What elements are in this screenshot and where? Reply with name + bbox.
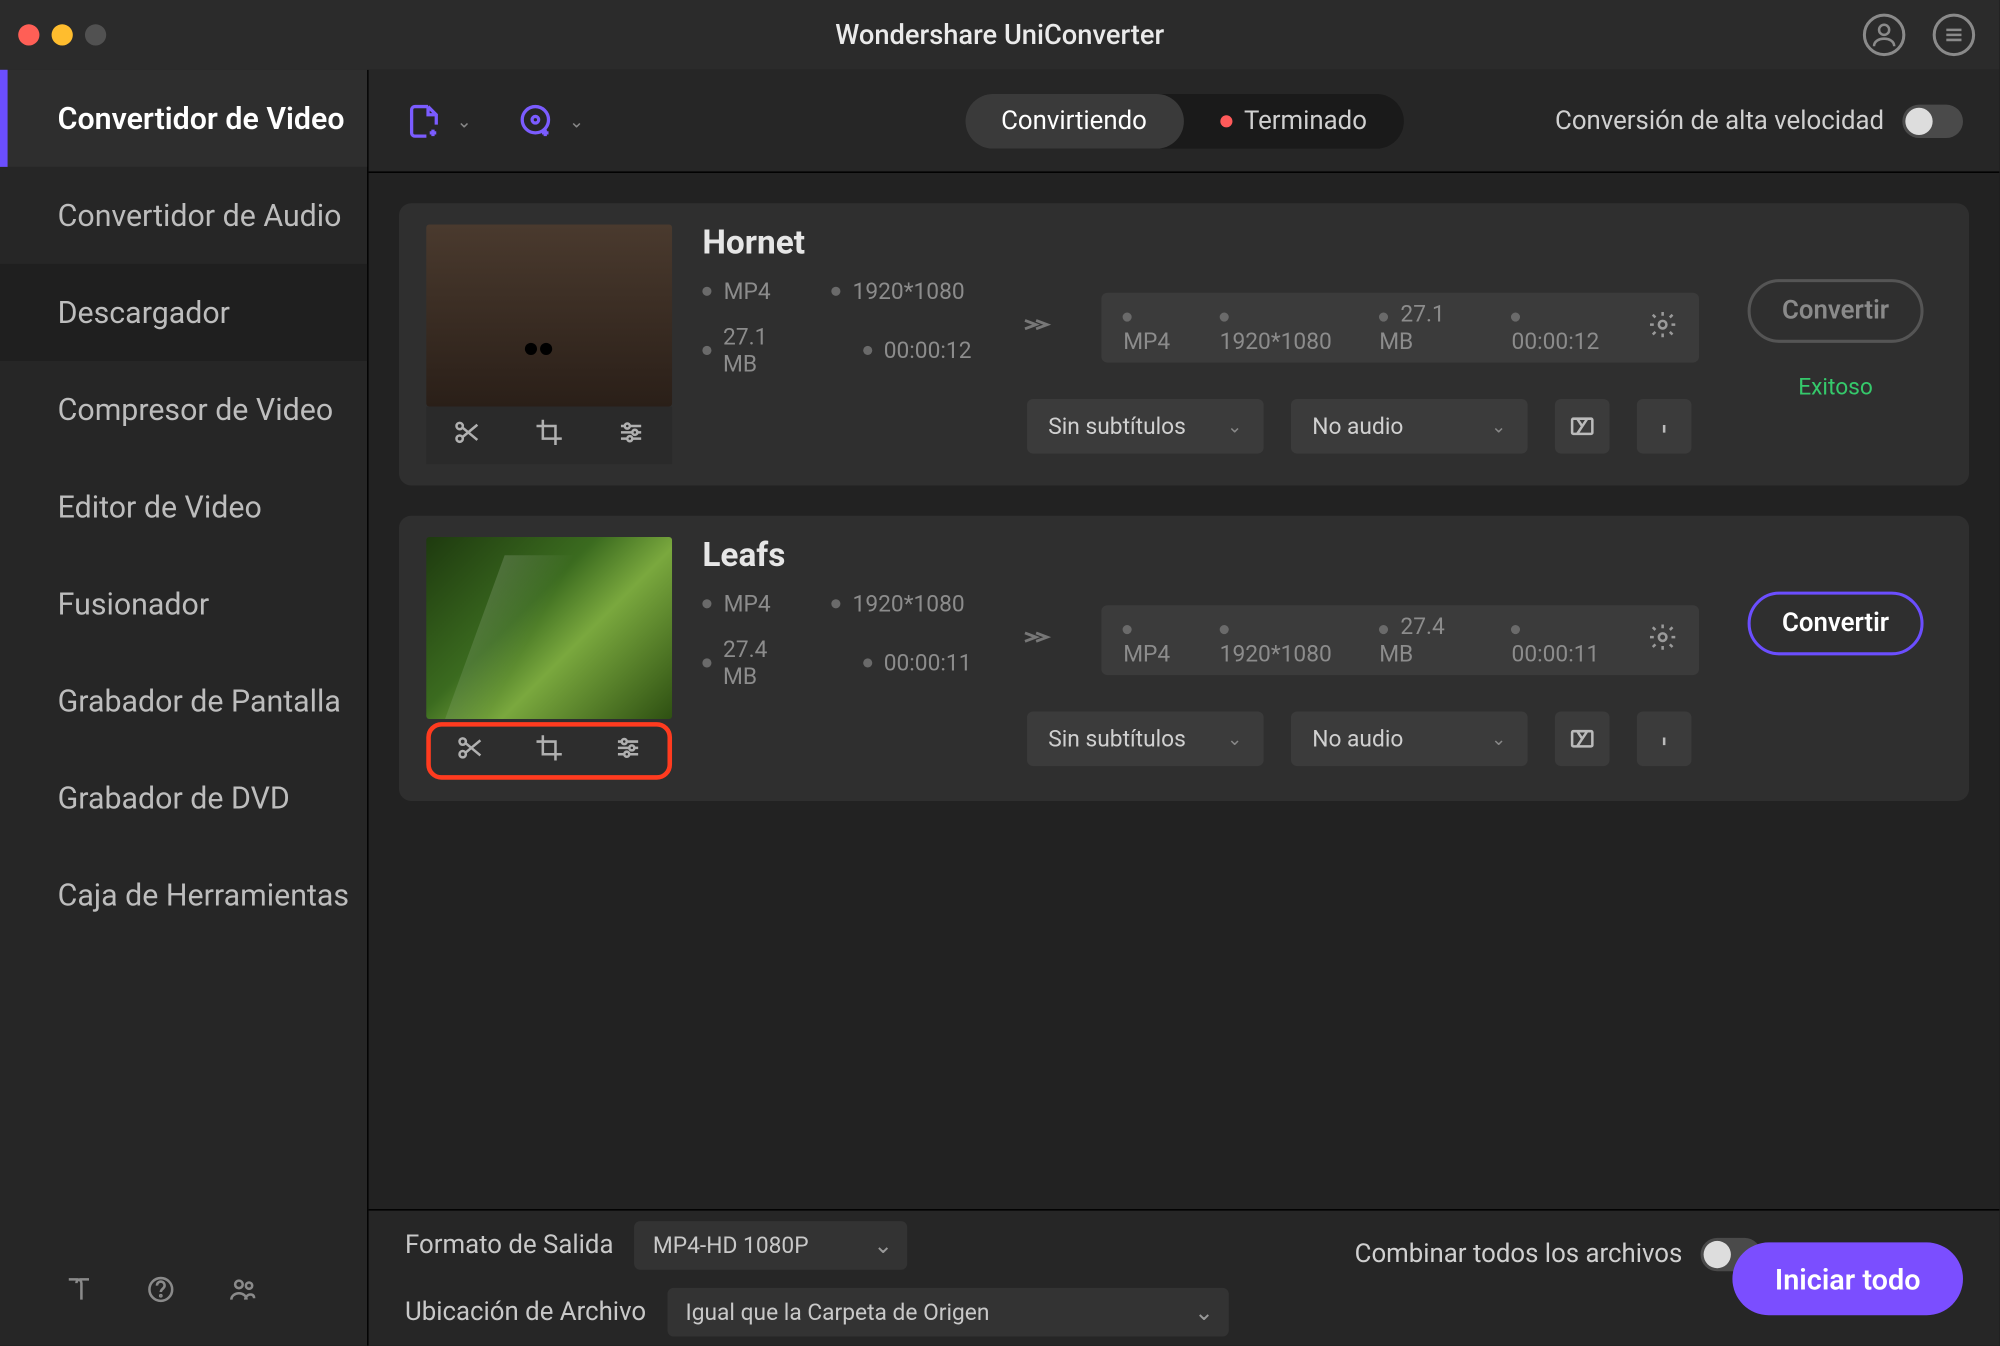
sidebar: Convertidor de Video Convertidor de Audi…	[0, 70, 369, 1346]
sidebar-item-toolbox[interactable]: Caja de Herramientas	[0, 846, 367, 943]
src-res: 1920*1080	[853, 590, 965, 617]
chevron-down-icon: ⌄	[457, 110, 472, 131]
convert-button[interactable]: Convertir	[1748, 279, 1924, 343]
tab-converting[interactable]: Convirtiendo	[965, 93, 1184, 148]
tab-finished[interactable]: Terminado	[1183, 93, 1403, 148]
crop-icon[interactable]	[534, 417, 564, 453]
dst-size: 27.1 MB	[1379, 300, 1445, 355]
audio-value: No audio	[1312, 413, 1403, 440]
dst-res: 1920*1080	[1220, 640, 1332, 667]
chevron-down-icon: ⌄	[569, 110, 584, 131]
status-label: Exitoso	[1798, 373, 1873, 400]
dst-res: 1920*1080	[1220, 328, 1332, 355]
arrow-icon	[1020, 308, 1053, 347]
file-location-label: Ubicación de Archivo	[405, 1296, 646, 1326]
crop-icon[interactable]	[534, 733, 564, 769]
dst-dur: 00:00:12	[1512, 328, 1600, 355]
sidebar-footer	[0, 1239, 367, 1345]
subtitle-value: Sin subtítulos	[1048, 725, 1186, 752]
audio-value: No audio	[1312, 725, 1403, 752]
notification-dot-icon	[1220, 115, 1232, 127]
close-window-button[interactable]	[18, 24, 39, 45]
gear-icon[interactable]	[1647, 622, 1677, 658]
conversion-card: Leafs MP4 1920*1080 27.4 MB 00:00:11	[399, 516, 1969, 801]
tab-finished-label: Terminado	[1244, 105, 1367, 135]
users-icon[interactable]	[228, 1274, 258, 1310]
load-dvd-button[interactable]: ⌄	[517, 101, 584, 140]
info-button[interactable]	[1637, 399, 1692, 454]
audio-select[interactable]: No audio⌄	[1291, 711, 1528, 766]
dst-format: MP4	[1123, 328, 1170, 355]
item-title: Hornet	[702, 225, 1699, 263]
info-button[interactable]	[1637, 711, 1692, 766]
output-format-select[interactable]: MP4-HD 1080P	[635, 1220, 908, 1269]
add-file-button[interactable]: ⌄	[405, 101, 472, 140]
account-icon[interactable]	[1863, 14, 1905, 56]
sidebar-item-downloader[interactable]: Descargador	[0, 264, 367, 361]
subtitle-select[interactable]: Sin subtítulos⌄	[1027, 399, 1264, 454]
src-res: 1920*1080	[853, 278, 965, 305]
titlebar: Wondershare UniConverter	[0, 0, 1999, 70]
menu-icon[interactable]	[1933, 14, 1975, 56]
preview-button[interactable]	[1555, 399, 1610, 454]
output-settings[interactable]: MP4 1920*1080 27.1 MB 00:00:12	[1102, 293, 1699, 363]
effects-icon[interactable]	[613, 733, 643, 769]
thumb-actions	[426, 407, 672, 465]
app-title: Wondershare UniConverter	[835, 19, 1164, 51]
subtitle-value: Sin subtítulos	[1048, 413, 1186, 440]
start-all-button[interactable]: Iniciar todo	[1732, 1242, 1963, 1315]
sidebar-item-compressor[interactable]: Compresor de Video	[0, 361, 367, 458]
src-dur: 00:00:12	[884, 337, 972, 364]
window-controls	[0, 24, 106, 45]
thumbnail[interactable]	[426, 537, 672, 719]
merge-label: Combinar todos los archivos	[1355, 1239, 1683, 1269]
high-speed-label: Conversión de alta velocidad	[1555, 105, 1884, 135]
output-settings[interactable]: MP4 1920*1080 27.4 MB 00:00:11	[1102, 605, 1699, 675]
thumbnail[interactable]	[426, 225, 672, 407]
conversion-list: Hornet MP4 1920*1080 27.1 MB 00:00:12	[369, 173, 2000, 1209]
src-format: MP4	[724, 278, 771, 305]
help-icon[interactable]	[146, 1274, 176, 1310]
conversion-card: Hornet MP4 1920*1080 27.1 MB 00:00:12	[399, 203, 1969, 485]
trim-icon[interactable]	[455, 733, 485, 769]
sidebar-item-editor[interactable]: Editor de Video	[0, 458, 367, 555]
item-title: Leafs	[702, 537, 1699, 575]
src-size: 27.4 MB	[723, 636, 802, 691]
status-tabs: Convirtiendo Terminado	[965, 93, 1404, 148]
book-icon[interactable]	[64, 1274, 94, 1310]
thumb-actions	[426, 722, 672, 780]
sidebar-item-merger[interactable]: Fusionador	[0, 555, 367, 652]
convert-button[interactable]: Convertir	[1748, 592, 1924, 656]
high-speed-toggle[interactable]	[1902, 104, 1963, 137]
topbar: ⌄ ⌄ Convirtiendo Terminado Conversión de…	[369, 70, 2000, 173]
sidebar-item-screen-recorder[interactable]: Grabador de Pantalla	[0, 652, 367, 749]
audio-select[interactable]: No audio⌄	[1291, 399, 1528, 454]
trim-icon[interactable]	[452, 417, 482, 453]
src-format: MP4	[724, 590, 771, 617]
maximize-window-button[interactable]	[85, 24, 106, 45]
dst-size: 27.4 MB	[1379, 613, 1445, 668]
sidebar-item-audio-converter[interactable]: Convertidor de Audio	[0, 167, 367, 264]
sidebar-item-dvd-recorder[interactable]: Grabador de DVD	[0, 749, 367, 846]
subtitle-select[interactable]: Sin subtítulos⌄	[1027, 711, 1264, 766]
arrow-icon	[1020, 620, 1053, 659]
output-format-label: Formato de Salida	[405, 1230, 613, 1260]
dst-format: MP4	[1123, 640, 1170, 667]
src-dur: 00:00:11	[884, 649, 972, 676]
dst-dur: 00:00:11	[1512, 640, 1600, 667]
effects-icon[interactable]	[616, 417, 646, 453]
src-size: 27.1 MB	[723, 323, 802, 378]
sidebar-item-video-converter[interactable]: Convertidor de Video	[0, 70, 367, 167]
preview-button[interactable]	[1555, 711, 1610, 766]
gear-icon[interactable]	[1647, 309, 1677, 345]
bottom-bar: Formato de Salida MP4-HD 1080P Ubicación…	[369, 1209, 2000, 1346]
main-panel: ⌄ ⌄ Convirtiendo Terminado Conversión de…	[369, 70, 2000, 1346]
minimize-window-button[interactable]	[52, 24, 73, 45]
file-location-select[interactable]: Igual que la Carpeta de Origen	[667, 1287, 1228, 1336]
